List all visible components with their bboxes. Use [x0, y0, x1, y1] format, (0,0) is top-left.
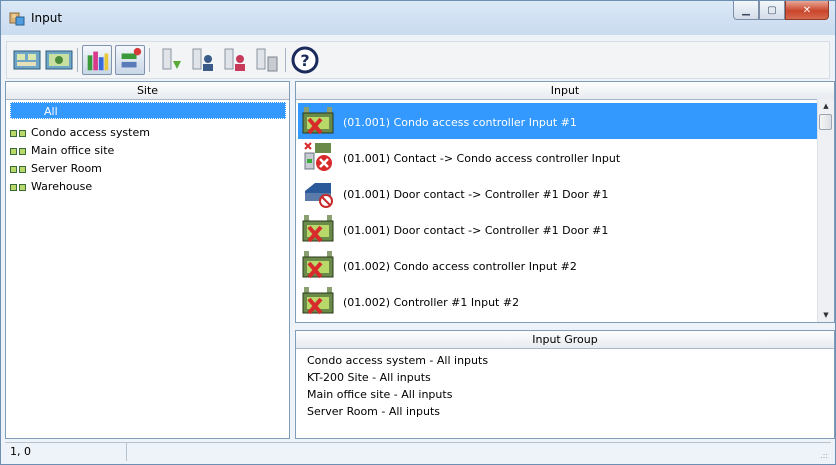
maximize-button[interactable]: ▢	[759, 1, 785, 20]
scroll-up-icon[interactable]: ▲	[818, 99, 834, 113]
input-row-label: (01.002) Condo access controller Input #…	[343, 260, 577, 273]
status-position: 1, 0	[5, 443, 127, 461]
site-icon	[10, 165, 26, 173]
device-download-icon[interactable]	[251, 45, 281, 75]
input-disabled-icon	[302, 287, 334, 315]
window-title: Input	[31, 11, 63, 25]
input-row-label: (01.001) Door contact -> Controller #1 D…	[343, 224, 609, 237]
input-scrollbar[interactable]: ▲ ▼	[817, 99, 834, 322]
input-row-label: (01.001) Contact -> Condo access control…	[343, 152, 621, 165]
site-icon	[10, 183, 26, 191]
input-group-header[interactable]: Input Group	[296, 331, 834, 349]
input-row[interactable]: (01.001) Condo access controller Input #…	[298, 103, 818, 139]
site-item-label: Server Room	[31, 162, 102, 175]
input-disabled-icon	[302, 107, 334, 135]
site-all-item[interactable]: All	[10, 102, 286, 119]
door-contact-icon	[305, 183, 333, 208]
input-window: Input ▁ ▢ ✕ ? Site All Condo access syst…	[0, 0, 836, 465]
input-row[interactable]: (01.001) Contact -> Condo access control…	[298, 139, 818, 175]
site-icon	[10, 147, 26, 155]
input-row[interactable]: (01.002) Controller #1 Input #2	[298, 283, 818, 319]
group-item[interactable]: Main office site - All inputs	[307, 388, 452, 401]
help-glyph: ?	[300, 51, 309, 70]
input-header[interactable]: Input	[296, 82, 834, 100]
input-row[interactable]: (01.002) Condo access controller Input #…	[298, 247, 818, 283]
help-icon[interactable]: ?	[290, 45, 320, 75]
switch-icon[interactable]	[115, 45, 145, 75]
toolbar-separator	[149, 48, 150, 72]
site-item-label: Main office site	[31, 144, 115, 157]
user-download-icon[interactable]	[187, 45, 217, 75]
site-select-icon[interactable]	[12, 45, 42, 75]
group-item[interactable]: KT-200 Site - All inputs	[307, 371, 431, 384]
window-controls: ▁ ▢ ✕	[733, 1, 829, 21]
site-item-server-room[interactable]: Server Room	[10, 160, 102, 178]
group-item[interactable]: Condo access system - All inputs	[307, 354, 488, 367]
site-header[interactable]: Site	[6, 82, 289, 100]
resize-grip[interactable]: .::	[820, 451, 828, 460]
minimize-button[interactable]: ▁	[733, 1, 759, 20]
input-row-label: (01.001) Door contact -> Controller #1 D…	[343, 188, 609, 201]
input-row[interactable]: (01.001) Door contact -> Controller #1 D…	[298, 211, 818, 247]
input-group-panel: Input Group Condo access system - All in…	[295, 330, 835, 439]
site-panel: Site All Condo access system Main office…	[5, 81, 290, 439]
close-button[interactable]: ✕	[785, 1, 829, 20]
site-config-icon[interactable]	[44, 45, 74, 75]
group-item[interactable]: Server Room - All inputs	[307, 405, 440, 418]
chart-icon[interactable]	[82, 45, 112, 75]
site-item-condo[interactable]: Condo access system	[10, 124, 150, 142]
input-disabled-icon	[302, 215, 334, 243]
input-panel: Input (01.001) Condo access controller I…	[295, 81, 835, 323]
site-item-warehouse[interactable]: Warehouse	[10, 178, 92, 196]
input-row-label: (01.001) Condo access controller Input #…	[343, 116, 577, 129]
input-row[interactable]: (01.001) Door contact -> Controller #1 D…	[298, 175, 818, 211]
contact-error-icon	[304, 142, 332, 171]
site-item-main-office[interactable]: Main office site	[10, 142, 114, 160]
download-icon[interactable]	[155, 45, 185, 75]
title-bar[interactable]: Input ▁ ▢ ✕	[1, 1, 835, 35]
toolbar: ?	[6, 41, 830, 79]
user-delete-icon[interactable]	[219, 45, 249, 75]
input-app-icon	[9, 12, 25, 26]
site-item-label: Condo access system	[31, 126, 150, 139]
toolbar-separator	[77, 48, 78, 72]
input-row-label: (01.002) Controller #1 Input #2	[343, 296, 520, 309]
scroll-thumb[interactable]	[819, 114, 832, 130]
status-bar: 1, 0 .::	[5, 442, 831, 462]
toolbar-separator	[285, 48, 286, 72]
site-icon	[10, 129, 26, 137]
input-disabled-icon	[302, 251, 334, 279]
scroll-down-icon[interactable]: ▼	[818, 308, 834, 322]
site-item-label: Warehouse	[31, 180, 93, 193]
